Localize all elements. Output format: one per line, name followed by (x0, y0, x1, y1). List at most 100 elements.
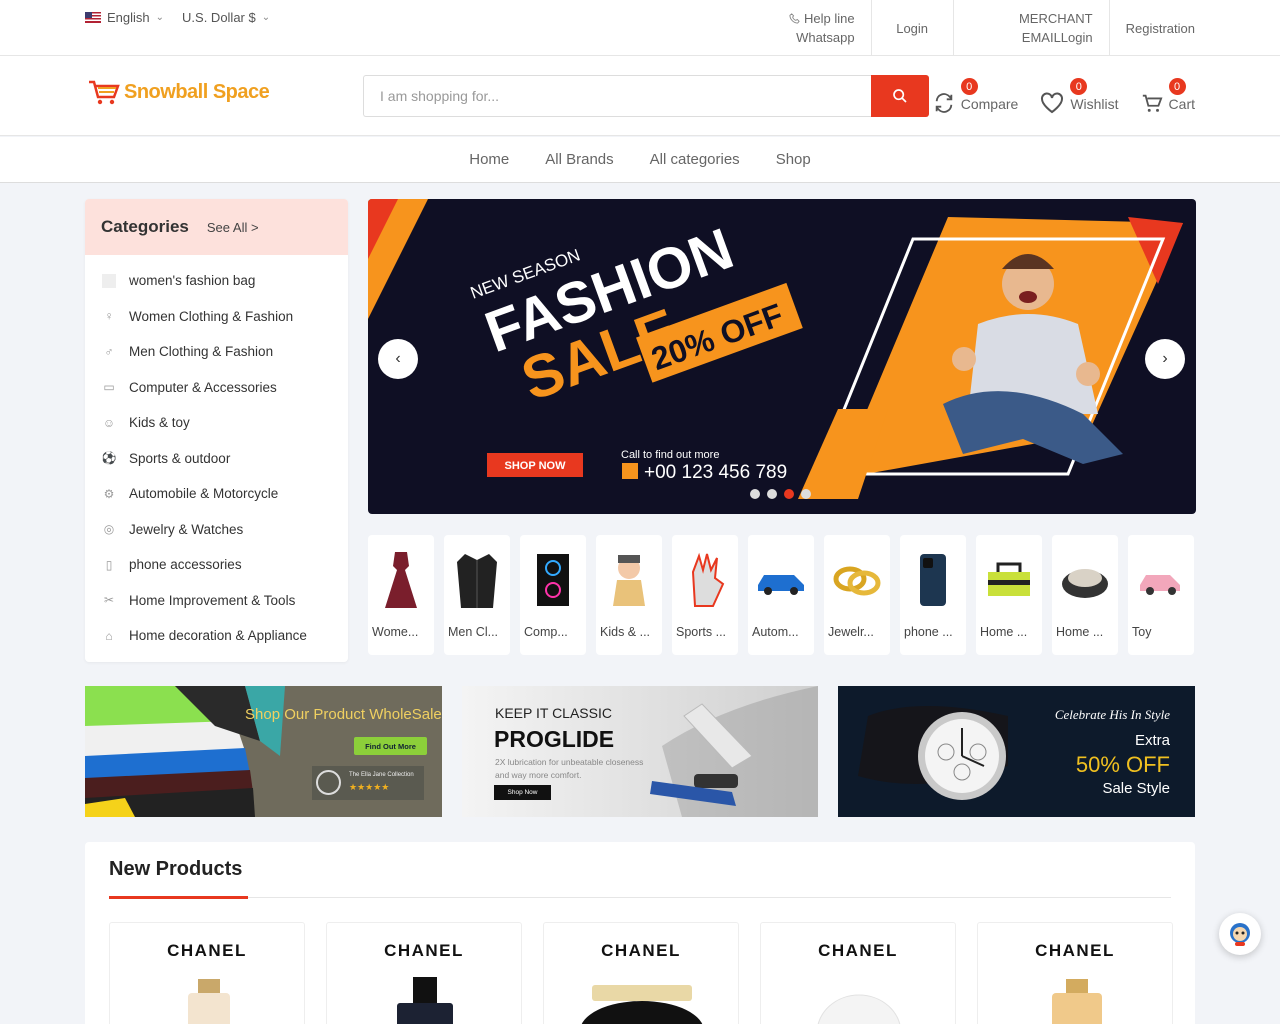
slider-dot[interactable] (801, 489, 811, 499)
slider-dot[interactable] (784, 489, 794, 499)
product-card[interactable]: CHANEL (760, 922, 956, 1024)
slider-dot[interactable] (750, 489, 760, 499)
product-card[interactable]: CHANEL (977, 922, 1173, 1024)
section-divider (109, 897, 1171, 898)
wishlist-button[interactable]: 0 Wishlist (1040, 78, 1119, 114)
mini-category-home-decoration[interactable]: Home ... (1052, 535, 1118, 655)
leaf-logo-icon (316, 770, 341, 795)
wishlist-count-badge: 0 (1070, 78, 1088, 95)
language-selector[interactable]: English ⌄ (85, 10, 164, 25)
heart-icon (1041, 92, 1064, 114)
category-item-automobile[interactable]: ⚙ Automobile & Motorcycle (85, 476, 348, 512)
proglide-kicker: KEEP IT CLASSIC (495, 705, 612, 721)
pc-case-image (528, 547, 578, 612)
mini-category-kids[interactable]: Kids & ... (596, 535, 662, 655)
search-button[interactable] (871, 75, 929, 117)
mini-category-men[interactable]: Men Cl... (444, 535, 510, 655)
perfume-bottle-image (188, 979, 230, 1024)
promo-wholesale[interactable]: Shop Our Product WholeSale Find Out More… (85, 686, 442, 817)
chat-widget-button[interactable] (1219, 913, 1261, 955)
mini-category-toy[interactable]: Toy (1128, 535, 1194, 655)
mini-category-label: Toy (1132, 625, 1152, 639)
nav-all-categories[interactable]: All categories (650, 151, 740, 168)
category-label: Kids & toy (129, 415, 190, 431)
slider-prev-button[interactable]: ‹ (378, 339, 418, 379)
see-all-link[interactable]: See All > (207, 220, 259, 235)
compare-icon (935, 93, 952, 113)
toy-car-image (1136, 547, 1186, 612)
featured-categories: Wome... Men Cl... Comp... Kids & ... Spo… (368, 535, 1194, 655)
product-card[interactable]: CHANEL (109, 922, 305, 1024)
currency-selector[interactable]: U.S. Dollar $ ⌄ (182, 10, 270, 25)
promo-proglide[interactable]: KEEP IT CLASSIC PROGLIDE 2X lubrication … (462, 686, 818, 817)
mini-category-label: Home ... (980, 625, 1028, 639)
wholesale-title: Shop Our Product WholeSale (245, 706, 442, 723)
watch-line3: 50% OFF (1075, 752, 1170, 777)
category-item-men-clothing[interactable]: ♂ Men Clothing & Fashion (85, 334, 348, 370)
category-item-jewelry[interactable]: ◎ Jewelry & Watches (85, 512, 348, 548)
registration-link[interactable]: Registration (1108, 0, 1195, 56)
category-item-home-decoration[interactable]: ⌂ Home decoration & Appliance (85, 618, 348, 654)
mini-category-automobile[interactable]: Autom... (748, 535, 814, 655)
chat-bot-icon (1230, 923, 1250, 946)
phone-image (908, 547, 958, 612)
compare-button[interactable]: 0 Compare (933, 78, 1018, 114)
perfume-bottle-image (1052, 979, 1102, 1024)
mini-category-phone[interactable]: phone ... (900, 535, 966, 655)
product-brand: CHANEL (601, 941, 681, 960)
phone-icon (622, 463, 638, 479)
slider-dot[interactable] (767, 489, 777, 499)
mini-category-label: Wome... (372, 625, 419, 639)
dress-image (376, 547, 426, 612)
mini-category-label: phone ... (904, 625, 953, 639)
toolbag-image (984, 547, 1034, 612)
category-item-women-clothing[interactable]: ♀ Women Clothing & Fashion (85, 299, 348, 335)
compare-count-badge: 0 (960, 78, 978, 95)
hero-slider[interactable]: NEW SEASON FASHION SALE 20% OFF SHOP NOW… (368, 199, 1196, 514)
nav-home[interactable]: Home (469, 151, 509, 168)
cart-button[interactable]: 0 Cart (1141, 78, 1195, 114)
category-item-womens-fashion-bag[interactable]: women's fashion bag (85, 263, 348, 299)
computer-icon: ▭ (103, 380, 115, 395)
registration-label: Registration (1125, 20, 1195, 36)
watch-icon: ◎ (103, 522, 115, 537)
product-card[interactable]: CHANEL (543, 922, 739, 1024)
car-image (756, 547, 806, 612)
search-input[interactable] (363, 75, 871, 117)
cream-jar-image (817, 994, 901, 1024)
merchant-label: MERCHANT (1018, 11, 1093, 26)
chevron-left-icon: ‹ (395, 350, 401, 367)
category-item-computer[interactable]: ▭ Computer & Accessories (85, 370, 348, 406)
mini-category-women[interactable]: Wome... (368, 535, 434, 655)
mini-category-home-improvement[interactable]: Home ... (976, 535, 1042, 655)
login-link[interactable]: Login (870, 0, 953, 56)
category-item-kids-toy[interactable]: ☺ Kids & toy (85, 405, 348, 441)
bag-icon (101, 273, 117, 289)
helpline-label: Help line (804, 11, 855, 26)
site-logo[interactable]: Snowball Space (88, 78, 270, 106)
perfume-bottle-image (397, 977, 453, 1024)
promo-watch[interactable]: Celebrate His In Style Extra 50% OFF Sal… (838, 686, 1195, 817)
mini-category-computer[interactable]: Comp... (520, 535, 586, 655)
language-label: English (107, 10, 150, 25)
email-login-label: EMAILLogin (1021, 30, 1093, 45)
mini-category-label: Kids & ... (600, 625, 651, 639)
proglide-shop-now-button[interactable]: Shop Now (494, 785, 551, 800)
mini-category-jewelry[interactable]: Jewelr... (824, 535, 890, 655)
nav-all-brands[interactable]: All Brands (545, 151, 613, 168)
nav-shop[interactable]: Shop (776, 151, 811, 168)
hero-call-text: Call to find out more (621, 449, 719, 461)
category-item-phone[interactable]: ▯ phone accessories (85, 547, 348, 583)
hero-banner-graphic: NEW SEASON FASHION SALE 20% OFF SHOP NOW… (368, 199, 1183, 499)
helpline-link[interactable]: Help line Whatsapp (773, 0, 871, 56)
merchant-login-link[interactable]: MERCHANT EMAILLogin (952, 0, 1109, 56)
logo-text: Snowball Space (124, 80, 270, 103)
product-card[interactable]: CHANEL (326, 922, 522, 1024)
currency-label: U.S. Dollar $ (182, 10, 256, 25)
mini-category-sports[interactable]: Sports ... (672, 535, 738, 655)
slider-next-button[interactable]: › (1145, 339, 1185, 379)
category-label: Sports & outdoor (129, 450, 231, 466)
category-item-sports[interactable]: ⚽ Sports & outdoor (85, 441, 348, 477)
category-item-home-improvement[interactable]: ✂ Home Improvement & Tools (85, 583, 348, 619)
find-out-more-button[interactable]: Find Out More (354, 737, 427, 755)
